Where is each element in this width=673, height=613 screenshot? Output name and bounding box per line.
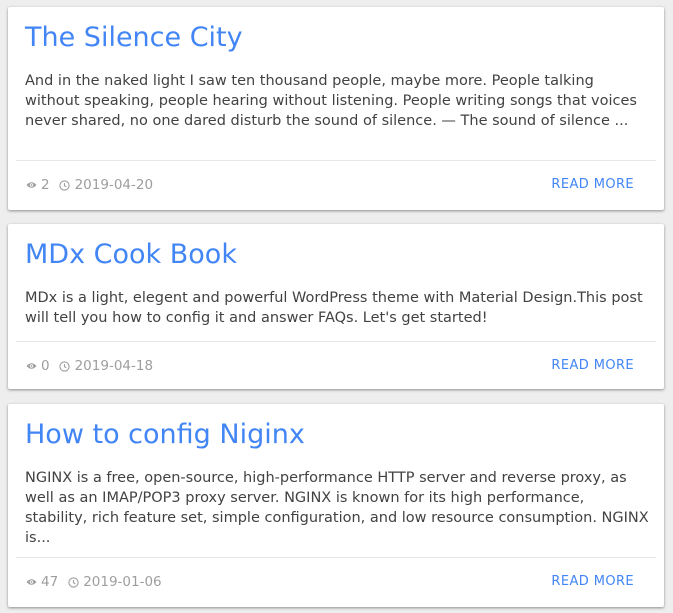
view-count: 2 bbox=[41, 177, 50, 193]
card-divider bbox=[16, 557, 656, 558]
eye-icon bbox=[25, 360, 37, 372]
post-meta: 0 2019-04-18 bbox=[25, 357, 153, 375]
post-date: 2019-04-18 bbox=[74, 358, 154, 374]
eye-icon bbox=[25, 576, 37, 588]
post-list: The Silence City And in the naked light … bbox=[0, 0, 673, 613]
post-meta: 47 2019-01-06 bbox=[25, 573, 162, 591]
view-count: 47 bbox=[41, 574, 59, 590]
clock-icon bbox=[67, 576, 79, 588]
clock-icon bbox=[59, 360, 71, 372]
post-meta: 2 2019-04-20 bbox=[25, 176, 153, 194]
post-excerpt: NGINX is a free, open-source, high-perfo… bbox=[25, 470, 649, 546]
post-card: MDx Cook Book MDx is a light, elegent an… bbox=[8, 224, 664, 389]
post-card: How to config Niginx NGINX is a free, op… bbox=[8, 404, 664, 607]
post-title[interactable]: The Silence City bbox=[25, 20, 243, 56]
clock-icon bbox=[59, 179, 71, 191]
eye-icon bbox=[25, 179, 37, 191]
view-count: 0 bbox=[41, 358, 50, 374]
post-title[interactable]: How to config Niginx bbox=[25, 417, 305, 453]
read-more-button[interactable]: READ MORE bbox=[551, 176, 634, 194]
post-excerpt: And in the naked light I saw ten thousan… bbox=[25, 73, 637, 129]
post-excerpt: MDx is a light, elegent and powerful Wor… bbox=[25, 290, 643, 326]
read-more-button[interactable]: READ MORE bbox=[551, 357, 634, 375]
post-title[interactable]: MDx Cook Book bbox=[25, 237, 237, 273]
post-date: 2019-01-06 bbox=[83, 574, 162, 590]
card-divider bbox=[16, 160, 656, 161]
post-card: The Silence City And in the naked light … bbox=[8, 7, 664, 210]
read-more-button[interactable]: READ MORE bbox=[551, 573, 634, 591]
post-date: 2019-04-20 bbox=[74, 177, 154, 193]
card-divider bbox=[16, 341, 656, 342]
